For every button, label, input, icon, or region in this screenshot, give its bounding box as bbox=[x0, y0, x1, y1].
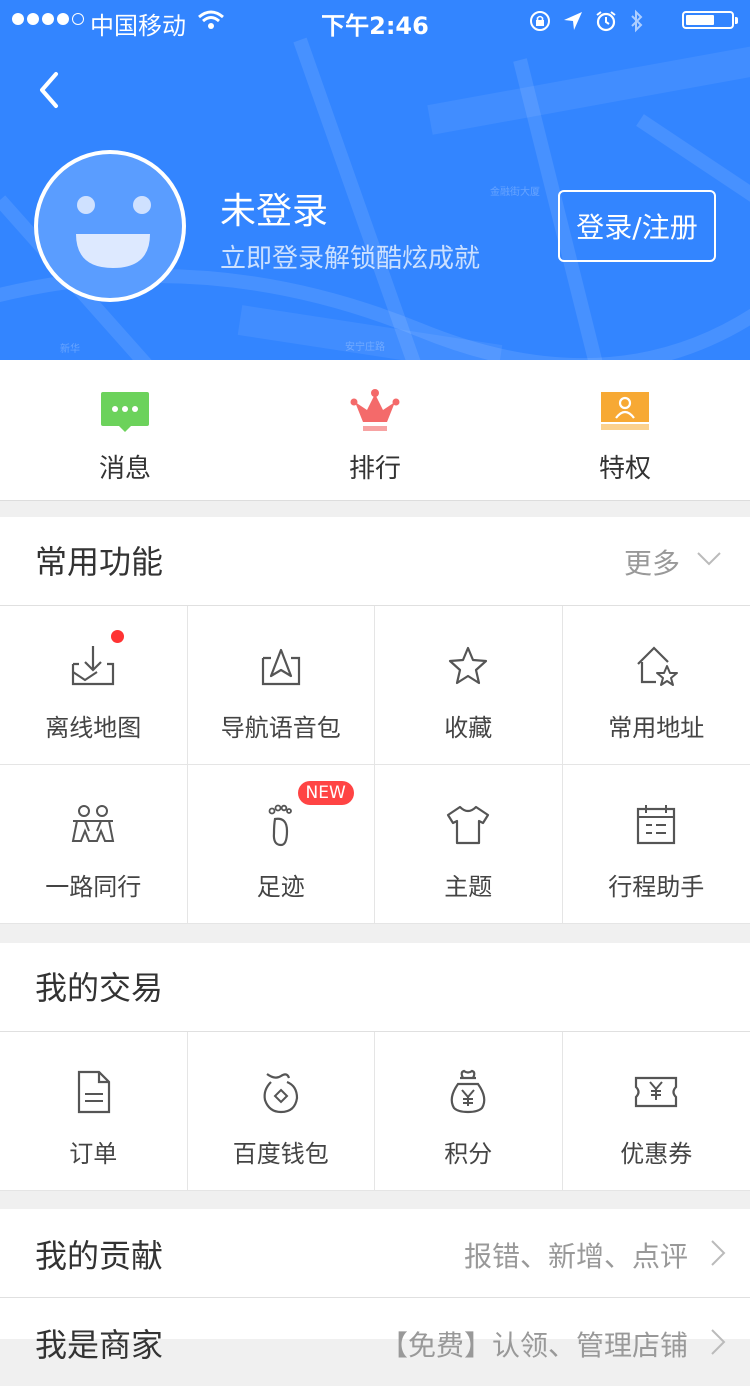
quick-action-label: 消息 bbox=[0, 448, 250, 485]
transaction-coupons[interactable]: 优惠券 bbox=[563, 1032, 750, 1191]
footprint-icon bbox=[257, 801, 305, 849]
quick-actions: 消息 排行 特权 bbox=[0, 360, 750, 501]
notification-dot bbox=[111, 630, 124, 643]
star-icon bbox=[444, 642, 492, 690]
function-themes[interactable]: 主题 bbox=[375, 765, 563, 924]
my-contribution-row[interactable]: 我的贡献 报错、新增、点评 bbox=[0, 1209, 750, 1298]
section-title: 常用功能 bbox=[35, 537, 163, 583]
function-travel-together[interactable]: 一路同行 bbox=[0, 765, 188, 924]
map-label-1: 金融街大厦 bbox=[490, 185, 540, 198]
function-trip-assistant[interactable]: 行程助手 bbox=[563, 765, 750, 924]
quick-action-ranking[interactable]: 排行 bbox=[250, 360, 500, 500]
transaction-points[interactable]: 积分 bbox=[375, 1032, 563, 1191]
function-navigation-voice[interactable]: 导航语音包 bbox=[188, 606, 376, 765]
privilege-card-icon bbox=[597, 388, 653, 436]
quick-action-label: 特权 bbox=[500, 448, 750, 485]
row-detail: 报错、新增、点评 bbox=[464, 1235, 688, 1275]
function-label: 离线地图 bbox=[0, 708, 187, 743]
section-title: 我的交易 bbox=[35, 963, 163, 1009]
rotation-lock-icon bbox=[529, 10, 551, 32]
bluetooth-icon bbox=[629, 9, 645, 33]
tshirt-icon bbox=[444, 801, 492, 849]
function-label: 主题 bbox=[375, 867, 562, 902]
chevron-right-icon bbox=[710, 1239, 726, 1267]
transaction-label: 订单 bbox=[0, 1134, 187, 1169]
function-common-address[interactable]: 常用地址 bbox=[563, 606, 750, 765]
offline-map-icon bbox=[69, 642, 117, 690]
companions-icon bbox=[69, 801, 117, 849]
document-icon bbox=[69, 1068, 117, 1116]
money-bag-icon bbox=[444, 1068, 492, 1116]
row-title: 我的贡献 bbox=[35, 1231, 163, 1277]
username: 未登录 bbox=[220, 182, 328, 234]
function-label: 收藏 bbox=[375, 708, 562, 743]
new-badge: NEW bbox=[298, 781, 354, 805]
profile-header: 金融街大厦 新华 安宁庄路 中国移动 下午2:46 bbox=[0, 0, 750, 360]
my-store-row[interactable]: 我是商家 【免费】认领、管理店铺 bbox=[0, 1298, 750, 1386]
navigation-voice-icon bbox=[257, 642, 305, 690]
function-footprints[interactable]: NEW 足迹 bbox=[188, 765, 376, 924]
login-register-button[interactable]: 登录/注册 bbox=[558, 190, 716, 262]
row-detail: 【免费】认领、管理店铺 bbox=[380, 1324, 688, 1364]
contribution-section: 我的贡献 报错、新增、点评 我是商家 【免费】认领、管理店铺 bbox=[0, 1209, 750, 1339]
transaction-label: 积分 bbox=[375, 1134, 562, 1169]
common-functions-section: 常用功能 更多 离线地图 导航语音包 收藏 常用地址 一路同行 NEW 足迹 bbox=[0, 517, 750, 924]
quick-action-messages[interactable]: 消息 bbox=[0, 360, 250, 500]
section-header: 常用功能 更多 bbox=[0, 517, 750, 606]
smiley-face-icon bbox=[38, 154, 182, 298]
function-offline-map[interactable]: 离线地图 bbox=[0, 606, 188, 765]
alarm-icon bbox=[595, 10, 617, 32]
function-label: 行程助手 bbox=[563, 867, 750, 902]
wallet-icon bbox=[257, 1068, 305, 1116]
map-label-3: 安宁庄路 bbox=[345, 340, 385, 353]
row-title: 我是商家 bbox=[35, 1320, 163, 1366]
transaction-wallet[interactable]: 百度钱包 bbox=[188, 1032, 376, 1191]
back-chevron-icon[interactable] bbox=[30, 70, 70, 110]
more-link[interactable]: 更多 bbox=[624, 542, 680, 582]
login-subtitle: 立即登录解锁酷炫成就 bbox=[220, 238, 480, 275]
function-label: 足迹 bbox=[188, 867, 375, 902]
status-bar: 中国移动 下午2:46 bbox=[0, 0, 750, 40]
avatar[interactable] bbox=[34, 150, 186, 302]
transaction-orders[interactable]: 订单 bbox=[0, 1032, 188, 1191]
function-label: 导航语音包 bbox=[188, 708, 375, 743]
map-label-2: 新华 bbox=[60, 342, 80, 355]
function-label: 一路同行 bbox=[0, 867, 187, 902]
chevron-right-icon bbox=[710, 1328, 726, 1356]
transaction-label: 百度钱包 bbox=[188, 1134, 375, 1169]
home-star-icon bbox=[632, 642, 680, 690]
calendar-icon bbox=[632, 801, 680, 849]
my-transactions-section: 我的交易 订单 百度钱包 积分 优惠券 bbox=[0, 943, 750, 1191]
crown-icon bbox=[347, 388, 403, 436]
section-header: 我的交易 bbox=[0, 943, 750, 1032]
coupon-icon bbox=[632, 1068, 680, 1116]
location-arrow-icon bbox=[563, 11, 583, 31]
message-icon bbox=[97, 388, 153, 436]
function-label: 常用地址 bbox=[563, 708, 750, 743]
function-favorites[interactable]: 收藏 bbox=[375, 606, 563, 765]
quick-action-label: 排行 bbox=[250, 448, 500, 485]
transaction-label: 优惠券 bbox=[563, 1134, 750, 1169]
battery-icon bbox=[682, 11, 734, 29]
chevron-down-icon[interactable] bbox=[696, 551, 722, 567]
quick-action-privileges[interactable]: 特权 bbox=[500, 360, 750, 500]
